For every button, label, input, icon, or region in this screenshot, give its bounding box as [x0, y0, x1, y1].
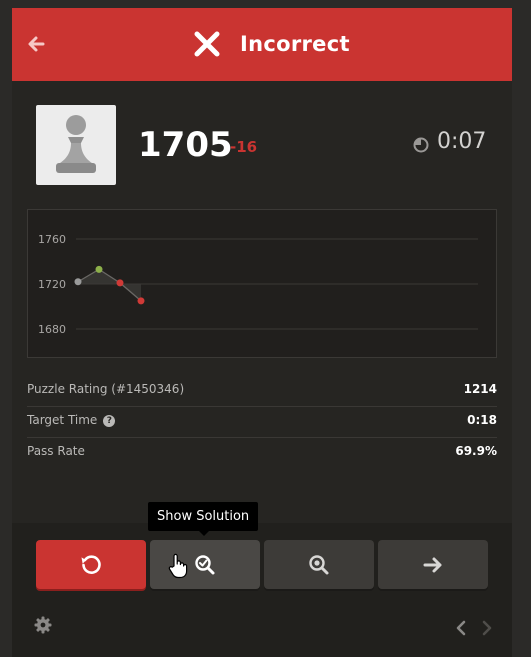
- retry-icon: [81, 554, 101, 574]
- stat-label: Target Time: [27, 413, 98, 427]
- x-icon: [194, 31, 220, 57]
- pawn-avatar: [36, 105, 116, 185]
- analysis-icon: [309, 554, 329, 574]
- stat-value: 69.9%: [455, 444, 497, 458]
- stat-puzzle-rating: Puzzle Rating (#1450346) 1214: [27, 376, 497, 407]
- retry-button[interactable]: [36, 540, 146, 589]
- stat-label: Puzzle Rating (#1450346): [27, 382, 185, 396]
- chart-tick-label: 1680: [38, 323, 66, 336]
- chevron-left-icon[interactable]: [455, 620, 467, 636]
- stat-pass-rate: Pass Rate 69.9%: [27, 438, 497, 468]
- analysis-button[interactable]: [264, 540, 374, 589]
- result-header: Incorrect: [12, 8, 512, 81]
- stat-value: 1214: [463, 382, 497, 396]
- corner-gear-icon: [0, 8, 4, 22]
- chart-tick-label: 1720: [38, 278, 66, 291]
- chart-point: [74, 278, 82, 286]
- rating-summary: 1705 -16 0:07: [12, 105, 512, 185]
- chart-point: [137, 297, 145, 305]
- show-solution-icon: [195, 554, 215, 574]
- gear-icon[interactable]: [34, 616, 52, 634]
- puzzle-stats: Puzzle Rating (#1450346) 1214 Target Tim…: [27, 376, 497, 468]
- header-title: Incorrect: [240, 32, 350, 56]
- next-puzzle-button[interactable]: [378, 540, 488, 589]
- action-bar: [12, 523, 512, 657]
- hand-cursor-icon: [168, 553, 188, 579]
- back-arrow-icon[interactable]: [27, 35, 45, 53]
- stat-label-wrap: Target Time?: [27, 413, 116, 427]
- chart-point: [116, 279, 124, 287]
- solve-time: 0:07: [437, 129, 487, 154]
- chart-point: [95, 265, 103, 273]
- chevron-right-icon[interactable]: [481, 620, 493, 636]
- help-icon[interactable]: ?: [103, 415, 116, 427]
- pawn-icon: [56, 115, 96, 173]
- stat-target-time: Target Time? 0:18: [27, 407, 497, 438]
- stat-label: Pass Rate: [27, 444, 85, 458]
- chart-tick-label: 1760: [38, 233, 66, 246]
- rating-change: -16: [230, 138, 258, 156]
- rating-chart-svg: 1760 1720 1680: [38, 233, 478, 336]
- chart-area: [78, 269, 141, 301]
- header-status: Incorrect: [192, 24, 350, 64]
- tooltip-arrow: [198, 530, 210, 536]
- stat-value: 0:18: [467, 413, 497, 427]
- next-arrow-icon: [423, 557, 442, 572]
- player-rating: 1705: [138, 125, 233, 165]
- rating-chart: 1760 1720 1680: [27, 209, 497, 358]
- puzzle-result-panel: Incorrect 1705 -16 0:07 1760 1720 1680 Puz…: [12, 8, 512, 657]
- show-solution-tooltip: Show Solution: [148, 502, 259, 531]
- show-solution-button[interactable]: [150, 540, 260, 589]
- timer-icon: [413, 137, 429, 153]
